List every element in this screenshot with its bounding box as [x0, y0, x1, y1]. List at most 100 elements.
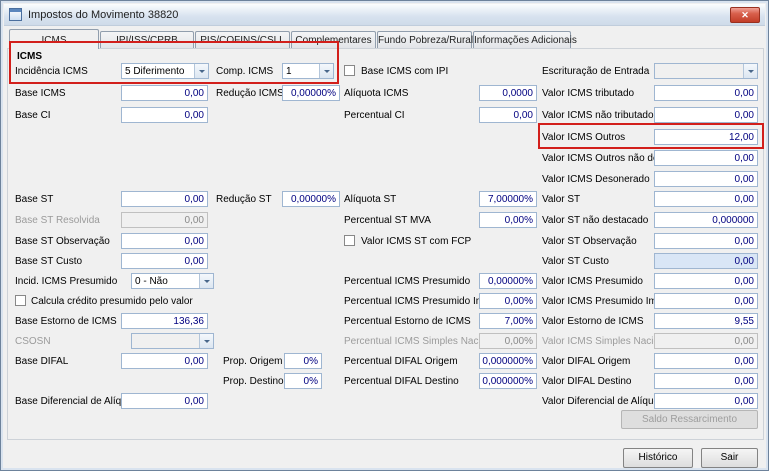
percentual-difal-destino-field[interactable]: 0,000000%	[479, 373, 537, 389]
valor-icms-simples-field: 0,00	[654, 333, 758, 349]
chevron-down-icon	[199, 334, 213, 348]
valor-estorno-icms-label: Valor Estorno de ICMS	[542, 316, 644, 327]
aliquota-st-field[interactable]: 7,00000%	[479, 191, 537, 207]
window-title: Impostos do Movimento 38820	[28, 8, 179, 21]
tab-pis-cofins-csll[interactable]: PIS/COFINS/CSLL	[195, 31, 290, 48]
base-st-resolvida-label: Base ST Resolvida	[15, 215, 100, 226]
valor-icms-presumido-imp-pr-field[interactable]: 0,00	[654, 293, 758, 309]
aliquota-st-label: Alíquota ST	[344, 194, 397, 205]
percentual-icms-presumido-imp-pr-field[interactable]: 0,00%	[479, 293, 537, 309]
percentual-difal-destino-label: Percentual DIFAL Destino	[344, 376, 459, 387]
base-st-field[interactable]: 0,00	[121, 191, 208, 207]
base-icms-field[interactable]: 0,00	[121, 85, 208, 101]
percentual-difal-origem-label: Percentual DIFAL Origem	[344, 356, 458, 367]
valor-st-field[interactable]: 0,00	[654, 191, 758, 207]
valor-icms-st-com-fcp-label: Valor ICMS ST com FCP	[361, 236, 472, 247]
base-icms-com-ipi-checkbox[interactable]	[344, 65, 355, 76]
valor-icms-presumido-label: Valor ICMS Presumido	[542, 276, 643, 287]
prop-destino-label: Prop. Destino	[223, 376, 284, 387]
percentual-estorno-icms-field[interactable]: 7,00%	[479, 313, 537, 329]
sair-button[interactable]: Sair	[701, 448, 758, 468]
base-ci-field[interactable]: 0,00	[121, 107, 208, 123]
valor-icms-outros-nao-dest-field[interactable]: 0,00	[654, 150, 758, 166]
base-st-observacao-label: Base ST Observação	[15, 236, 110, 247]
base-estorno-icms-field[interactable]: 136,36	[121, 313, 208, 329]
tab-fundo-pobreza-rural[interactable]: Fundo Pobreza/Rural	[377, 31, 473, 48]
valor-icms-desonerado-label: Valor ICMS Desonerado	[542, 174, 650, 185]
valor-difal-destino-field[interactable]: 0,00	[654, 373, 758, 389]
calcula-credito-presumido-checkbox[interactable]	[15, 295, 26, 306]
titlebar[interactable]: Impostos do Movimento 38820 ✕	[4, 4, 765, 26]
incidencia-icms-label: Incidência ICMS	[15, 66, 88, 77]
group-title-icms: ICMS	[17, 51, 42, 62]
chevron-down-icon[interactable]	[319, 64, 333, 78]
base-st-resolvida-field: 0,00	[121, 212, 208, 228]
tab-informacoes-adicionais[interactable]: Informações Adicionais	[473, 31, 577, 48]
valor-st-custo-field[interactable]: 0,00	[654, 253, 758, 269]
valor-icms-nao-tributado-field[interactable]: 0,00	[654, 107, 758, 123]
tab-complementares[interactable]: Complementares	[291, 31, 376, 48]
percentual-icms-presumido-field[interactable]: 0,00000%	[479, 273, 537, 289]
chevron-down-icon[interactable]	[199, 274, 213, 288]
base-diferencial-aliq-label: Base Diferencial de Alíq.	[15, 396, 124, 407]
percentual-ci-label: Percentual CI	[344, 110, 405, 121]
valor-difal-destino-label: Valor DIFAL Destino	[542, 376, 632, 387]
incidencia-icms-select[interactable]: 5 Diferimento	[121, 63, 209, 79]
csosn-select	[131, 333, 214, 349]
chevron-down-icon	[743, 64, 757, 78]
base-difal-field[interactable]: 0,00	[121, 353, 208, 369]
valor-estorno-icms-field[interactable]: 9,55	[654, 313, 758, 329]
close-button[interactable]: ✕	[730, 6, 760, 23]
percentual-ci-field[interactable]: 0,00	[479, 107, 537, 123]
valor-st-label: Valor ST	[542, 194, 581, 205]
calcula-credito-presumido-label: Calcula crédito presumido pelo valor	[31, 296, 193, 307]
incid-icms-presumido-select[interactable]: 0 - Não	[131, 273, 214, 289]
historico-button[interactable]: Histórico	[623, 448, 693, 468]
impostos-movimento-dialog: Impostos do Movimento 38820 ✕ ICMS IPI/I…	[0, 0, 769, 471]
csosn-label: CSOSN	[15, 336, 51, 347]
escrituracao-entrada-select	[654, 63, 758, 79]
percentual-st-mva-label: Percentual ST MVA	[344, 215, 431, 226]
chevron-down-icon[interactable]	[194, 64, 208, 78]
valor-st-observacao-field[interactable]: 0,00	[654, 233, 758, 249]
base-st-custo-field[interactable]: 0,00	[121, 253, 208, 269]
comp-icms-select[interactable]: 1	[282, 63, 334, 79]
valor-icms-tributado-field[interactable]: 0,00	[654, 85, 758, 101]
valor-icms-outros-label: Valor ICMS Outros	[542, 132, 626, 143]
percentual-st-mva-field[interactable]: 0,00%	[479, 212, 537, 228]
base-st-observacao-field[interactable]: 0,00	[121, 233, 208, 249]
prop-destino-field[interactable]: 0%	[284, 373, 322, 389]
tab-bar: ICMS IPI/ISS/CPRB PIS/COFINS/CSLL Comple…	[9, 29, 577, 49]
base-icms-com-ipi-label: Base ICMS com IPI	[361, 66, 449, 77]
percentual-icms-simples-field: 0,00%	[479, 333, 537, 349]
valor-difal-origem-field[interactable]: 0,00	[654, 353, 758, 369]
valor-st-nao-destacado-field[interactable]: 0,000000	[654, 212, 758, 228]
base-diferencial-aliq-field[interactable]: 0,00	[121, 393, 208, 409]
prop-origem-field[interactable]: 0%	[284, 353, 322, 369]
reducao-icms-label: Redução ICMS	[216, 88, 284, 99]
comp-icms-label: Comp. ICMS	[216, 66, 274, 77]
valor-diferencial-aliquota-field[interactable]: 0,00	[654, 393, 758, 409]
valor-icms-outros-field[interactable]: 12,00	[654, 129, 758, 145]
aliquota-icms-field[interactable]: 0,0000	[479, 85, 537, 101]
percentual-icms-simples-label: Percentual ICMS Simples Nacional	[344, 336, 500, 347]
valor-icms-presumido-field[interactable]: 0,00	[654, 273, 758, 289]
saldo-ressarcimento-button: Saldo Ressarcimento	[621, 410, 758, 429]
valor-icms-desonerado-field[interactable]: 0,00	[654, 171, 758, 187]
percentual-difal-origem-field[interactable]: 0,000000%	[479, 353, 537, 369]
comp-icms-value: 1	[286, 66, 292, 77]
aliquota-icms-label: Alíquota ICMS	[344, 88, 409, 99]
base-estorno-icms-label: Base Estorno de ICMS	[15, 316, 117, 327]
valor-icms-st-com-fcp-checkbox[interactable]	[344, 235, 355, 246]
valor-icms-nao-tributado-label: Valor ICMS não tributado	[542, 110, 654, 121]
tab-icms[interactable]: ICMS	[9, 29, 99, 49]
incidencia-icms-value: 5 Diferimento	[125, 66, 185, 77]
reducao-icms-field[interactable]: 0,00000%	[282, 85, 340, 101]
valor-st-observacao-label: Valor ST Observação	[542, 236, 637, 247]
reducao-st-label: Redução ST	[216, 194, 272, 205]
incid-icms-presumido-value: 0 - Não	[135, 276, 168, 287]
valor-icms-simples-label: Valor ICMS Simples Nacional	[542, 336, 673, 347]
tab-ipi-iss-cprb[interactable]: IPI/ISS/CPRB	[100, 31, 194, 48]
reducao-st-field[interactable]: 0,00000%	[282, 191, 340, 207]
incid-icms-presumido-label: Incid. ICMS Presumido	[15, 276, 118, 287]
